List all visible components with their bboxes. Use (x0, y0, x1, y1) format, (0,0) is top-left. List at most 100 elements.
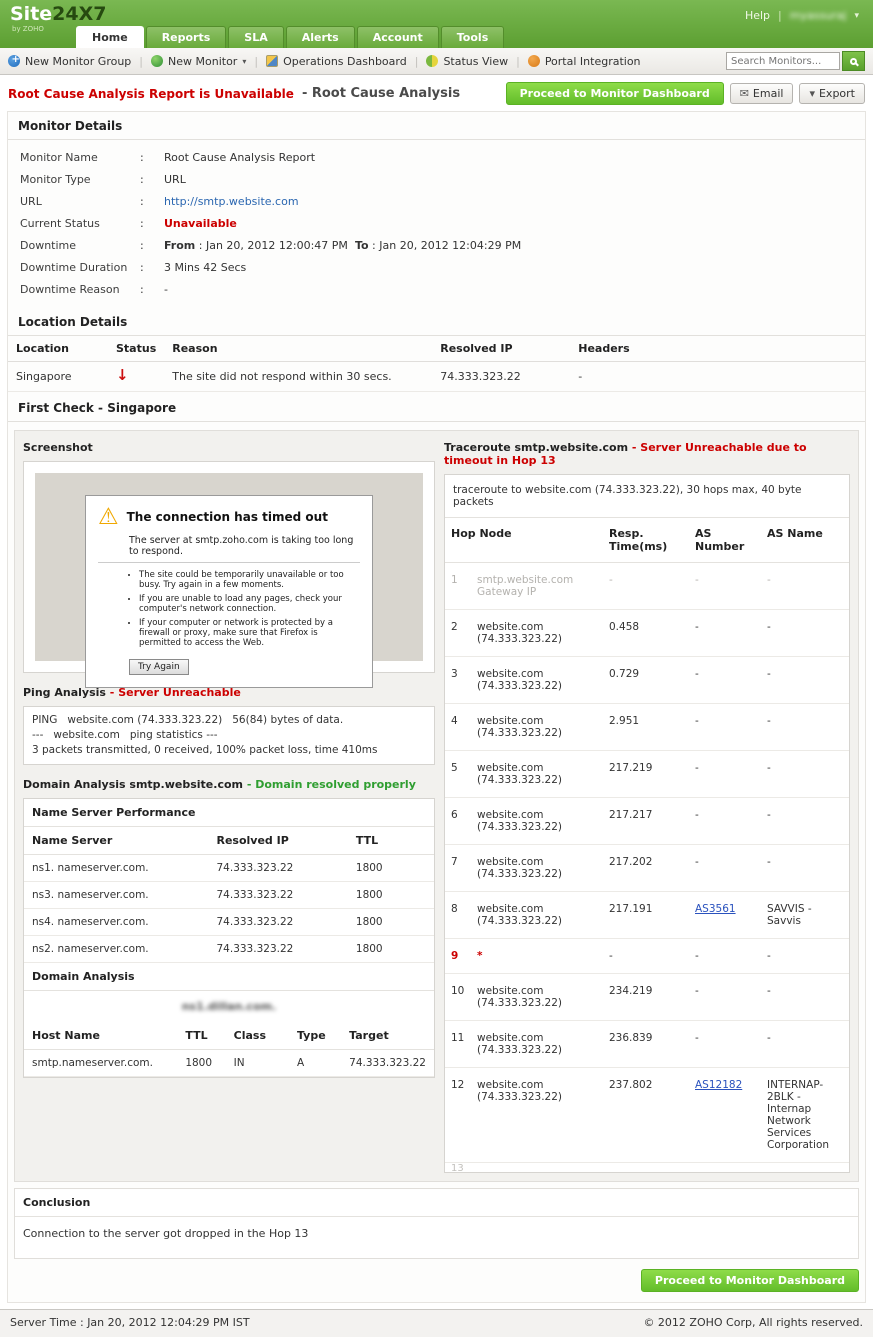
logo-site-text: Site (10, 3, 52, 25)
status-view-button[interactable]: Status View (426, 55, 508, 68)
hop-number: 11 (445, 1021, 471, 1068)
as-name: - (761, 563, 849, 610)
as-number-link[interactable]: - (695, 950, 699, 962)
proceed-to-dashboard-button[interactable]: Proceed to Monitor Dashboard (506, 82, 724, 105)
timeout-subtitle: The server at smtp.zoho.com is taking to… (129, 535, 360, 557)
as-number-link[interactable]: - (695, 762, 699, 774)
first-check-right-column: Traceroute smtp.website.com - Server Unr… (444, 439, 850, 1173)
suggestion-item: If your computer or network is protected… (139, 618, 360, 648)
response-time: 237.802 (603, 1068, 689, 1163)
dialog-divider (98, 562, 360, 563)
new-monitor-label: New Monitor (168, 55, 237, 68)
suggestion-item: The site could be temporarily unavailabl… (139, 570, 360, 590)
as-number-link[interactable]: - (695, 856, 699, 868)
traceroute-row: 5 website.com (74.333.323.22) 217.219 - … (445, 751, 849, 798)
browser-screenshot: ⚠ The connection has timed out The serve… (35, 473, 423, 661)
new-monitor-button[interactable]: New Monitor ▾ (151, 55, 246, 68)
ttl-value: 1800 (348, 909, 434, 936)
try-again-button: Try Again (129, 659, 189, 675)
tab-home[interactable]: Home (76, 26, 144, 48)
toolbar-divider: | (139, 55, 143, 68)
response-time: - (603, 939, 689, 974)
help-link[interactable]: Help (745, 9, 770, 22)
traceroute-row: 6 website.com (74.333.323.22) 217.217 - … (445, 798, 849, 845)
downtime-label: Downtime (20, 239, 140, 252)
ping-line: 3 packets transmitted, 0 received, 100% … (32, 743, 426, 758)
ttl-value: 1800 (348, 882, 434, 909)
chevron-down-icon[interactable]: ▾ (854, 11, 859, 21)
as-number-link[interactable]: - (695, 621, 699, 633)
traceroute-header-row: Hop Node Resp. Time(ms) AS Number AS Nam… (445, 518, 849, 563)
ns-performance-heading: Name Server Performance (24, 799, 434, 827)
as-name: - (761, 939, 849, 974)
conclusion-text: Connection to the server got dropped in … (15, 1217, 858, 1258)
toolbar-divider: | (415, 55, 419, 68)
username-menu[interactable]: myassuraj (790, 9, 847, 22)
tab-account[interactable]: Account (357, 26, 439, 48)
response-time: 217.202 (603, 845, 689, 892)
add-circle-icon (8, 55, 20, 67)
hop-number: 3 (445, 657, 471, 704)
as-name: - (761, 657, 849, 704)
first-check-left-column: Screenshot ⚠ The connection has timed ou… (23, 439, 435, 1078)
portal-integration-label: Portal Integration (545, 55, 641, 68)
ping-line: PING website.com (74.333.323.22) 56(84) … (32, 713, 426, 728)
as-number-link[interactable]: - (695, 668, 699, 680)
app-header: Site24X7 by ZOHO Help | myassuraj ▾ Home… (0, 0, 873, 48)
as-number-link[interactable]: - (695, 809, 699, 821)
as-number-link[interactable]: - (695, 985, 699, 997)
timeout-dialog: ⚠ The connection has timed out The serve… (85, 495, 373, 688)
search-button[interactable] (842, 51, 865, 71)
ping-output-box: PING website.com (74.333.323.22) 56(84) … (23, 706, 435, 765)
hop-number: 8 (445, 892, 471, 939)
name-server-row: ns3. nameserver.com. 74.333.323.22 1800 (24, 882, 434, 909)
tab-reports[interactable]: Reports (146, 26, 227, 48)
hop-node: website.com (74.333.323.22) (471, 798, 603, 845)
as-number-link[interactable]: AS12182 (695, 1079, 742, 1091)
as-name: - (761, 751, 849, 798)
as-number-link[interactable]: - (695, 1032, 699, 1044)
ttl-value: 1800 (348, 936, 434, 963)
hop-number: 4 (445, 704, 471, 751)
traceroute-row: 7 website.com (74.333.323.22) 217.202 - … (445, 845, 849, 892)
tab-sla[interactable]: SLA (228, 26, 283, 48)
screenshot-heading: Screenshot (23, 441, 435, 454)
domain-analysis-box: Name Server Performance Name Server Reso… (23, 798, 435, 1078)
warning-icon: ⚠ (98, 506, 119, 529)
new-monitor-group-button[interactable]: New Monitor Group (8, 55, 131, 68)
hop-node: website.com (74.333.323.22) (471, 845, 603, 892)
hop-number: 10 (445, 974, 471, 1021)
response-time: 217.217 (603, 798, 689, 845)
response-time: 217.219 (603, 751, 689, 798)
screenshot-box: ⚠ The connection has timed out The serve… (23, 461, 435, 673)
monitor-name-row: Monitor Name : Root Cause Analysis Repor… (8, 146, 865, 168)
host-record-table: Host Name TTL Class Type Target smtp.nam… (24, 1022, 434, 1077)
operations-dashboard-button[interactable]: Operations Dashboard (266, 55, 407, 68)
email-button[interactable]: ✉ Email (730, 83, 794, 104)
as-name: - (761, 1021, 849, 1068)
response-time: 0.729 (603, 657, 689, 704)
as-number-link[interactable]: AS3561 (695, 903, 736, 915)
proceed-to-dashboard-button-bottom[interactable]: Proceed to Monitor Dashboard (641, 1269, 859, 1292)
downtime-duration-row: Downtime Duration : 3 Mins 42 Secs (8, 256, 865, 278)
main-nav-tabs: Home Reports SLA Alerts Account Tools (76, 26, 506, 48)
headers-value: - (570, 362, 865, 392)
domain-analysis-heading: Domain Analysis smtp.website.com - Domai… (23, 778, 435, 791)
export-button[interactable]: ▾ Export (799, 83, 865, 104)
search-input[interactable] (726, 52, 840, 70)
as-number-link[interactable]: - (695, 574, 699, 586)
monitor-url-link[interactable]: http://smtp.website.com (164, 195, 299, 208)
as-number-link[interactable]: - (695, 715, 699, 727)
tab-alerts[interactable]: Alerts (286, 26, 355, 48)
first-check-heading: First Check - Singapore (8, 394, 865, 422)
new-monitor-group-label: New Monitor Group (25, 55, 131, 68)
hop-number: 7 (445, 845, 471, 892)
downtime-reason-row: Downtime Reason : - (8, 278, 865, 300)
search-icon (850, 58, 857, 65)
tab-tools[interactable]: Tools (441, 26, 504, 48)
monitor-details: Monitor Name : Root Cause Analysis Repor… (8, 140, 865, 308)
hop-node: website.com (74.333.323.22) (471, 1021, 603, 1068)
traceroute-table: Hop Node Resp. Time(ms) AS Number AS Nam… (445, 518, 849, 1163)
main-content: Monitor Details Monitor Name : Root Caus… (0, 111, 873, 1309)
portal-integration-button[interactable]: Portal Integration (528, 55, 641, 68)
